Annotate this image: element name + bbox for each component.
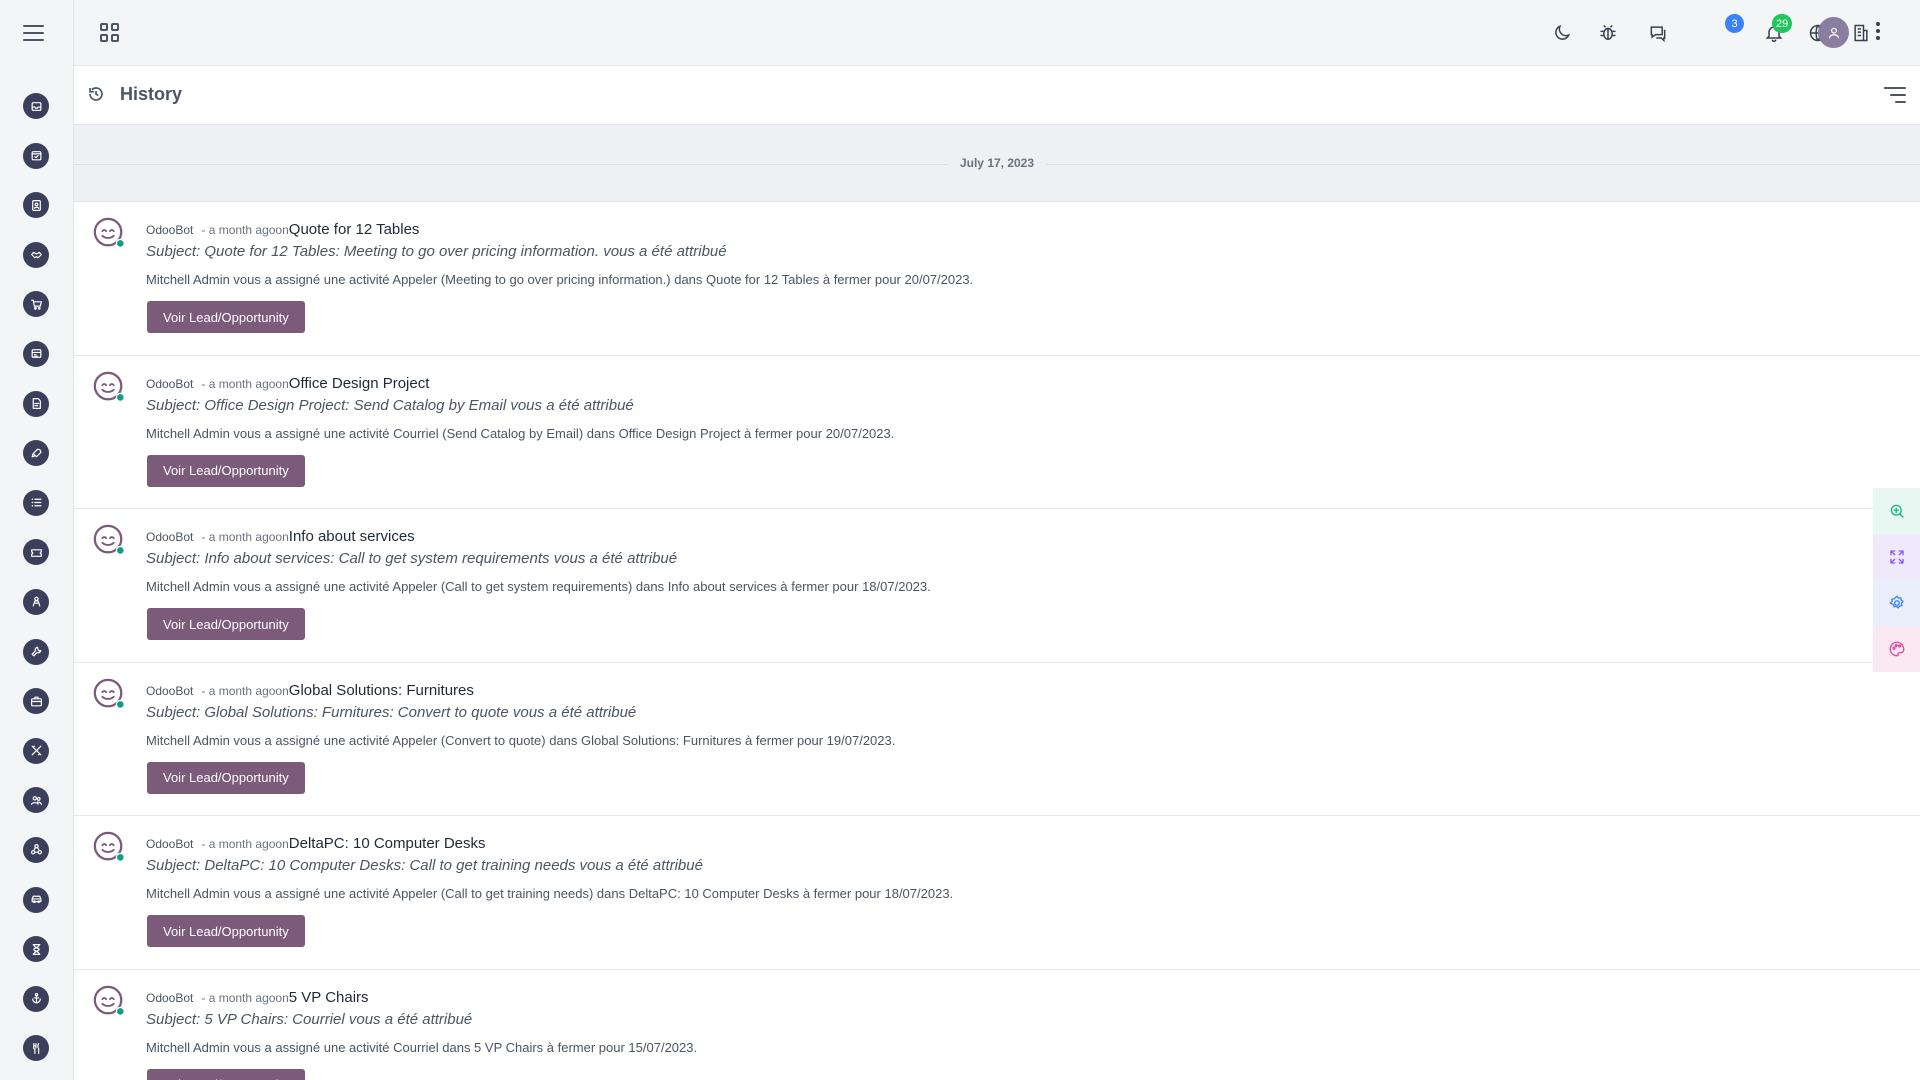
message-author[interactable]: OdooBot: [146, 837, 193, 851]
message-author[interactable]: OdooBot: [146, 991, 193, 1005]
crossed-tools-icon[interactable]: [23, 737, 49, 764]
recruit-icon[interactable]: [23, 588, 49, 615]
view-lead-button[interactable]: Voir Lead/Opportunity: [147, 1068, 305, 1080]
message-subject: Subject: Global Solutions: Furnitures: C…: [146, 703, 637, 721]
car-icon[interactable]: [23, 886, 49, 913]
message-time: - a month agoon: [201, 683, 289, 698]
message-item: OdooBot - a month agoon5 VP Chairs Subject…: [74, 969, 1920, 1080]
zoom-in-icon[interactable]: [1873, 488, 1920, 534]
odoobot-avatar: [93, 217, 125, 249]
odoobot-avatar: [93, 985, 125, 1016]
view-lead-button[interactable]: Voir Lead/Opportunity: [147, 915, 305, 948]
message-header: OdooBot - a month agoonQuote for 12 Table…: [146, 221, 419, 239]
message-item: OdooBot - a month agoonOffice Design Proj…: [74, 355, 1920, 510]
message-record-link[interactable]: Global Solutions: Furnitures: [289, 682, 474, 699]
message-body: Mitchell Admin vous a assigné une activi…: [146, 886, 954, 902]
tool-icon[interactable]: [23, 638, 49, 665]
view-lead-button[interactable]: Voir Lead/Opportunity: [147, 608, 305, 641]
message-subject: Subject: Quote for 12 Tables: Meeting to…: [146, 243, 727, 260]
building-icon[interactable]: [1849, 21, 1873, 45]
palette-icon[interactable]: [1873, 626, 1920, 672]
filter-lines-icon[interactable]: [1884, 86, 1906, 104]
message-header: OdooBot - a month agoonOffice Design Proj…: [146, 375, 429, 393]
message-body: Mitchell Admin vous a assigné une activi…: [146, 732, 896, 748]
message-author[interactable]: OdooBot: [146, 377, 193, 391]
cart-icon[interactable]: [23, 291, 49, 318]
message-record-link[interactable]: Quote for 12 Tables: [289, 221, 420, 238]
bug-icon[interactable]: [1596, 21, 1620, 45]
view-lead-button[interactable]: Voir Lead/Opportunity: [147, 761, 305, 794]
odoobot-avatar: [93, 371, 125, 402]
message-time: - a month agoon: [201, 376, 289, 391]
message-record-link[interactable]: Office Design Project: [289, 375, 430, 392]
message-header: OdooBot - a month agoonDeltaPC: 10 Comput…: [146, 835, 486, 853]
message-author[interactable]: OdooBot: [146, 684, 193, 698]
message-header: OdooBot - a month agoon5 VP Chairs: [146, 989, 369, 1007]
message-author[interactable]: OdooBot: [146, 223, 193, 237]
message-item: OdooBot - a month agoonDeltaPC: 10 Comput…: [74, 816, 1920, 970]
message-time: - a month agoon: [201, 223, 289, 237]
page-header: History: [74, 66, 1920, 125]
view-lead-button[interactable]: Voir Lead/Opportunity: [147, 454, 305, 487]
briefcase-icon[interactable]: [23, 688, 49, 715]
notification-count-badge: 29: [1772, 14, 1793, 33]
date-separator: July 17, 2023: [74, 125, 1920, 202]
message-body: Mitchell Admin vous a assigné une activi…: [146, 1039, 698, 1055]
message-time: - a month agoon: [201, 530, 289, 545]
message-author[interactable]: OdooBot: [146, 530, 193, 544]
date-label: July 17, 2023: [947, 156, 1047, 170]
message-item: OdooBot - a month agoonQuote for 12 Table…: [74, 202, 1920, 356]
message-subject: Subject: 5 VP Chairs: Courriel vous a ét…: [146, 1010, 473, 1028]
top-navbar: 3 29: [74, 0, 1920, 66]
message-record-link[interactable]: Info about services: [289, 528, 415, 545]
expand-icon[interactable]: [1873, 534, 1920, 580]
message-time: - a month agoon: [201, 990, 289, 1005]
message-record-link[interactable]: 5 VP Chairs: [289, 989, 369, 1006]
ticket-icon[interactable]: [23, 539, 49, 566]
calendar-check-icon[interactable]: [23, 142, 49, 169]
message-item: OdooBot - a month agoonGlobal Solutions: …: [74, 662, 1920, 817]
document-icon[interactable]: [23, 390, 49, 417]
user-avatar[interactable]: [1818, 17, 1849, 48]
message-subject: Subject: Office Design Project: Send Cat…: [146, 396, 634, 414]
message-feed: OdooBot - a month agoonQuote for 12 Table…: [74, 202, 1920, 1080]
floating-toolbar: [1873, 488, 1920, 672]
message-body: Mitchell Admin vous a assigné une activi…: [146, 579, 931, 595]
message-header: OdooBot - a month agoonInfo about service…: [146, 528, 415, 546]
message-body: Mitchell Admin vous a assigné une activi…: [146, 425, 895, 441]
sidebar-app-list: [23, 93, 49, 1080]
message-time: - a month agoon: [201, 837, 289, 852]
message-item: OdooBot - a month agoonInfo about service…: [74, 509, 1920, 663]
network-icon[interactable]: [23, 836, 49, 863]
hourglass-icon[interactable]: [23, 936, 49, 963]
history-icon: [89, 87, 103, 101]
odoobot-avatar: [93, 524, 125, 556]
rocket-icon[interactable]: [23, 440, 49, 467]
view-lead-button[interactable]: Voir Lead/Opportunity: [147, 301, 305, 333]
list-icon[interactable]: [23, 489, 49, 516]
utensils-icon[interactable]: [23, 1035, 49, 1062]
invoice-icon[interactable]: [23, 340, 49, 367]
people-icon[interactable]: [23, 787, 49, 814]
page-title: History: [120, 84, 183, 104]
hamburger-icon[interactable]: [22, 22, 48, 44]
contacts-icon[interactable]: [23, 192, 49, 219]
chat-count-badge: 3: [1725, 14, 1744, 33]
handshake-icon[interactable]: [23, 241, 49, 268]
settings-icon[interactable]: [1873, 580, 1920, 626]
moon-icon[interactable]: [1550, 21, 1574, 45]
message-header: OdooBot - a month agoonGlobal Solutions: …: [146, 682, 474, 700]
apps-grid-icon[interactable]: [100, 23, 120, 43]
message-body: Mitchell Admin vous a assigné une activi…: [146, 272, 974, 287]
anchor-icon[interactable]: [23, 985, 49, 1012]
message-record-link[interactable]: DeltaPC: 10 Computer Desks: [289, 835, 486, 852]
more-options-icon[interactable]: [1874, 22, 1882, 44]
app-sidebar: [0, 0, 74, 1080]
odoobot-avatar: [93, 832, 125, 863]
message-subject: Subject: Info about services: Call to ge…: [146, 550, 678, 568]
chat-icon[interactable]: [1646, 21, 1670, 45]
inbox-icon[interactable]: [23, 93, 49, 119]
message-subject: Subject: DeltaPC: 10 Computer Desks: Cal…: [146, 857, 703, 875]
odoobot-avatar: [93, 678, 125, 709]
